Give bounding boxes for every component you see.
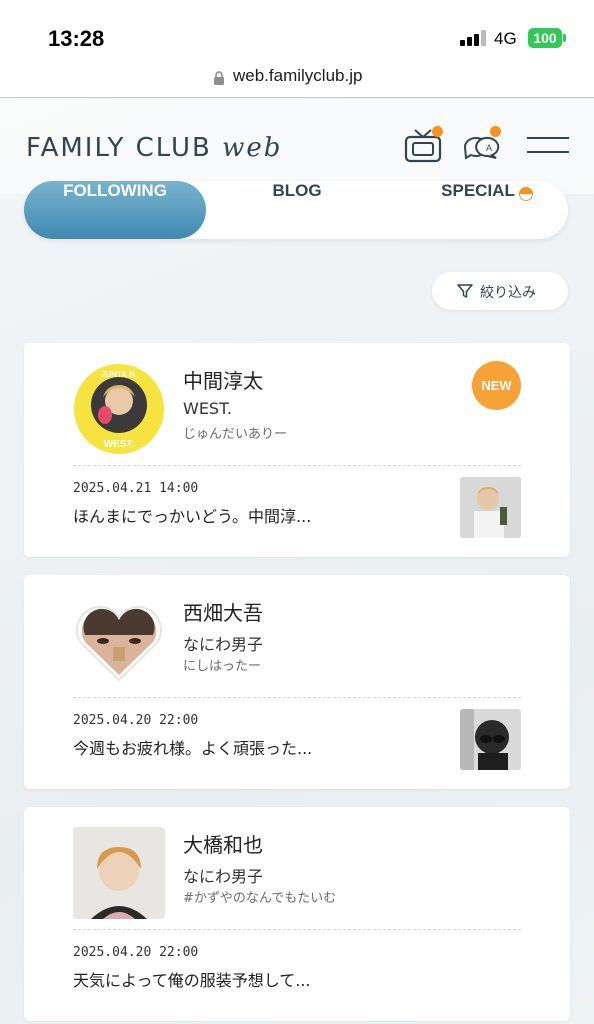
tab-bar: FOLLOWING BLOG SPECIAL xyxy=(24,181,568,239)
status-bar: 13:28 4G 100 xyxy=(0,0,594,60)
svg-text:A: A xyxy=(486,143,492,153)
special-notification-dot xyxy=(519,187,533,201)
filter-icon xyxy=(457,284,473,298)
site-logo[interactable]: FAMILY CLUB web xyxy=(26,133,282,163)
battery-tip xyxy=(563,34,566,42)
avatar[interactable] xyxy=(73,595,165,687)
logo-sub: web xyxy=(222,133,283,163)
signal-icon xyxy=(460,30,486,46)
post-thumbnail[interactable] xyxy=(460,477,521,538)
avatar-caption-top: JUNTA N. xyxy=(101,370,137,379)
new-badge: NEW xyxy=(472,361,521,410)
avatar[interactable]: JUNTA N. WEST. xyxy=(73,363,165,455)
chat-notification-dot xyxy=(490,126,501,137)
url-text[interactable]: web.familyclub.jp xyxy=(233,66,362,86)
divider xyxy=(73,929,521,930)
network-type: 4G xyxy=(494,29,517,48)
tab-special[interactable]: SPECIAL xyxy=(388,181,568,239)
member-group: なにわ男子 xyxy=(183,635,264,654)
divider xyxy=(73,697,521,698)
logo-main: FAMILY CLUB xyxy=(26,133,212,163)
member-group: なにわ男子 xyxy=(183,867,264,886)
post-date: 2025.04.21 14:00 xyxy=(73,481,199,496)
member-name[interactable]: 西畑大吾 xyxy=(183,597,263,626)
list-item[interactable]: 大橋和也 なにわ男子 #かずやのなんでもたいむ 2025.04.20 22:00… xyxy=(24,807,570,1021)
member-name[interactable]: 中間淳太 xyxy=(183,365,263,394)
status-time: 13:28 xyxy=(48,26,105,51)
divider xyxy=(73,465,521,466)
post-excerpt[interactable]: 今週もお疲れ様。よく頑張った... xyxy=(73,735,312,759)
member-name[interactable]: 大橋和也 xyxy=(183,829,263,858)
tab-following[interactable]: FOLLOWING xyxy=(24,181,206,239)
post-date: 2025.04.20 22:00 xyxy=(73,945,199,960)
site-header: FAMILY CLUB web A xyxy=(0,99,594,194)
menu-icon[interactable] xyxy=(527,137,569,155)
avatar[interactable] xyxy=(73,827,165,919)
tv-notification-dot xyxy=(432,126,443,137)
list-item[interactable]: JUNTA N. WEST. 中間淳太 WEST. じゅんだいありー NEW 2… xyxy=(24,343,570,557)
url-bar[interactable]: web.familyclub.jp xyxy=(0,60,594,98)
post-excerpt[interactable]: 天気によって俺の服装予想して... xyxy=(73,967,311,991)
list-item[interactable]: 西畑大吾 なにわ男子 にしはったー 2025.04.20 22:00 今週もお疲… xyxy=(24,575,570,789)
post-thumbnail[interactable] xyxy=(460,709,521,770)
post-excerpt[interactable]: ほんまにでっかいどう。中間淳... xyxy=(73,503,311,527)
post-date: 2025.04.20 22:00 xyxy=(73,713,199,728)
blog-handle: じゅんだいありー xyxy=(183,427,288,442)
filter-label: 絞り込み xyxy=(480,285,536,301)
lock-icon xyxy=(214,71,224,85)
blog-handle: にしはったー xyxy=(183,659,262,674)
avatar-caption-bottom: WEST. xyxy=(104,439,135,450)
member-group: WEST. xyxy=(183,399,233,418)
blog-handle: #かずやのなんでもたいむ xyxy=(183,891,337,906)
filter-button[interactable]: 絞り込み xyxy=(432,272,568,310)
battery-icon: 100 xyxy=(528,28,562,48)
tab-blog[interactable]: BLOG xyxy=(206,181,388,239)
